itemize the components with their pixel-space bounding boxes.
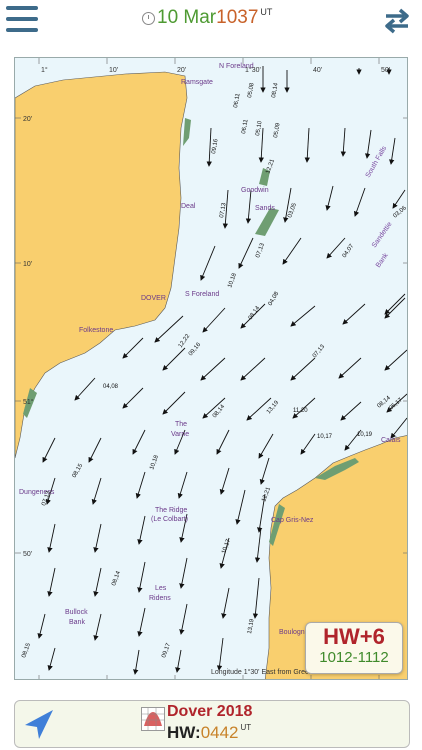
england-land: [15, 71, 188, 459]
tide-graph-icon[interactable]: [141, 707, 165, 731]
rate-label: 08,14: [212, 403, 227, 419]
label-le-colbart: (Le Colbart): [151, 516, 188, 523]
rate-label: 10,18: [227, 272, 238, 289]
rate-label: 11,20: [293, 408, 308, 414]
rate-label: 09,17: [161, 642, 172, 659]
top-tick-label: 20': [177, 67, 186, 74]
side-tick-label: 50': [23, 551, 32, 558]
hw-time-row: HW: 0442 UT: [167, 723, 251, 743]
port-name[interactable]: Dover 2018: [167, 703, 252, 721]
label-folkestone: Folkestone: [79, 327, 113, 334]
hw-offset-box[interactable]: HW+6 1012-1112: [305, 622, 403, 674]
top-tick-label: 50': [381, 67, 390, 74]
rate-label: 12,22: [178, 333, 192, 349]
rate-label: 05,09: [273, 122, 282, 138]
rate-label: 12,21: [261, 486, 272, 503]
rate-label: 10,17: [221, 538, 232, 555]
rate-label: 04,08: [268, 290, 281, 307]
rate-label: 03,05: [287, 202, 298, 219]
rate-label: 13,19: [247, 618, 256, 634]
rate-label: 07,13: [312, 343, 327, 359]
rate-label: 10,18: [149, 454, 160, 471]
top-bar: 10 Mar 1037 UT: [0, 0, 422, 38]
hw-time-range: 1012-1112: [319, 649, 389, 666]
date-label: 10 Mar: [157, 7, 217, 28]
tidal-stream-chart[interactable]: N Foreland Ramsgate Deal DOVER S Forelan…: [14, 57, 408, 680]
sandbank-1: [183, 118, 191, 146]
rate-label: 04,08: [103, 384, 119, 390]
label-bullock-bank: Bullock: [65, 609, 88, 616]
rate-label: 12,21: [265, 158, 276, 175]
menu-icon[interactable]: [6, 6, 38, 32]
rate-label: 08,14: [248, 305, 262, 321]
rate-label: 08,14: [271, 82, 280, 98]
label-ramsgate: Ramsgate: [181, 79, 213, 86]
label-the-varne: The: [175, 421, 187, 428]
side-tick-label: 51°: [23, 398, 34, 406]
location-arrow-icon[interactable]: [21, 707, 57, 743]
side-tick-label: 20': [23, 116, 32, 123]
rate-label: 13,19: [266, 399, 281, 415]
hw-label: HW:: [167, 723, 201, 742]
side-tick-label: 10': [23, 261, 32, 268]
bottom-bar: Dover 2018 HW: 0442 UT: [14, 700, 410, 748]
label-deal: Deal: [181, 203, 196, 210]
chart-svg: N Foreland Ramsgate Deal DOVER S Forelan…: [15, 58, 408, 679]
rate-label: 09,16: [211, 138, 220, 154]
hw-time-value: 0442: [200, 723, 239, 742]
top-tick-label: 10': [109, 67, 118, 74]
label-les-ridens-2: Ridens: [149, 595, 171, 602]
label-sands: Sands: [255, 205, 275, 212]
label-goodwin: Goodwin: [241, 187, 269, 194]
sandbank-goodwin-2: [255, 208, 279, 236]
top-tick-label: 40': [313, 67, 322, 74]
rate-label: 04,07: [342, 243, 356, 259]
time-label: 1037: [216, 7, 259, 28]
label-calais: Calais: [381, 437, 401, 444]
label-sandettie: Sandettie: [371, 221, 394, 249]
rate-label: 10,17: [317, 434, 333, 440]
rate-label: 05,08: [247, 82, 256, 98]
date-time-display: 10 Mar 1037 UT: [142, 6, 272, 32]
rate-label: 08,15: [21, 642, 32, 659]
rate-label: 07,13: [255, 242, 266, 259]
rate-label: 06,11: [241, 118, 250, 134]
rate-label: 06,11: [233, 92, 242, 108]
top-tick-label: 1°: [41, 66, 48, 74]
top-tick-label: 1°30': [245, 66, 261, 74]
label-les-ridens: Les: [155, 585, 167, 592]
label-s-foreland: S Foreland: [185, 291, 219, 298]
rate-label: 09,16: [188, 341, 203, 357]
rate-label: 08,14: [111, 570, 122, 587]
rate-label: 08,15: [72, 462, 85, 479]
refresh-icon[interactable]: [382, 5, 412, 35]
hw-offset-title: HW+6: [323, 624, 385, 649]
rate-label: 10,19: [357, 432, 373, 438]
label-the-varne-2: Varne: [171, 431, 189, 438]
label-bank: Bank: [375, 252, 390, 269]
label-cap-gris-nez: Cap Gris-Nez: [271, 517, 314, 524]
clock-icon: [142, 12, 155, 25]
label-the-ridge: The Ridge: [155, 507, 187, 514]
ut-label: UT: [260, 7, 273, 17]
label-dover: DOVER: [141, 295, 166, 302]
rate-label: 03,06: [392, 205, 408, 220]
hw-ut-label: UT: [240, 723, 252, 732]
label-bullock-bank-2: Bank: [69, 619, 85, 626]
